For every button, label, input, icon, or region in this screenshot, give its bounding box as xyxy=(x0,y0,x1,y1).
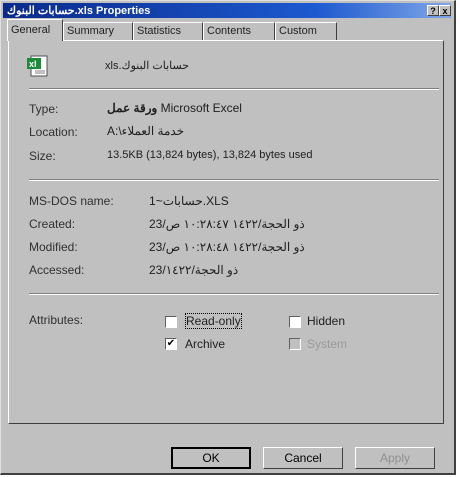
help-icon: ? xyxy=(430,6,436,16)
msdos-name-label: MS-DOS name: xyxy=(29,194,114,208)
tab-statistics[interactable]: Statistics xyxy=(133,22,203,40)
system-checkbox xyxy=(289,338,301,350)
type-label: Type: xyxy=(29,102,59,116)
general-tab-panel: xl حسابات البنوك.xls Type: ورقة عمل Micr… xyxy=(8,40,444,424)
properties-dialog: حسابات البنوك.xls Properties ? x General… xyxy=(0,0,456,475)
tab-custom[interactable]: Custom xyxy=(275,22,337,40)
hidden-label[interactable]: Hidden xyxy=(307,314,345,328)
created-label: Created: xyxy=(29,217,76,231)
accessed-label: Accessed: xyxy=(29,263,85,277)
location-value: A:\خدمة العملاء xyxy=(107,124,185,138)
accessed-value: 23/ذو الحجة/١٤٢٢ xyxy=(149,263,239,277)
excel-icon-label: xl xyxy=(29,59,37,69)
window-title: حسابات البنوك.xls Properties xyxy=(7,5,151,17)
system-label: System xyxy=(307,337,348,351)
file-name: حسابات البنوك.xls xyxy=(105,60,190,72)
archive-label[interactable]: Archive xyxy=(185,337,225,351)
read-only-label[interactable]: Read-only xyxy=(185,313,242,329)
attributes-label: Attributes: xyxy=(29,313,84,327)
archive-checkbox[interactable]: ✔ xyxy=(165,338,177,350)
type-value-arabic: ورقة عمل xyxy=(107,101,158,115)
close-button[interactable]: x xyxy=(439,5,451,16)
modified-value: 23/ذو الحجة/١٤٢٢ ١٠:٢٨:٤٨ ص xyxy=(149,240,305,254)
hidden-checkbox[interactable] xyxy=(289,316,301,328)
cancel-button[interactable]: Cancel xyxy=(263,447,343,469)
title-bar[interactable]: حسابات البنوك.xls Properties ? x xyxy=(3,3,451,18)
read-only-checkbox[interactable] xyxy=(165,316,177,328)
tab-general[interactable]: General xyxy=(7,19,63,41)
type-value-english: Microsoft Excel xyxy=(160,101,242,115)
checkmark-icon: ✔ xyxy=(166,338,176,349)
size-value: 13.5KB (13,824 bytes), 13,824 bytes used xyxy=(107,149,313,161)
location-label: Location: xyxy=(29,125,78,139)
tab-summary[interactable]: Summary xyxy=(63,22,133,40)
type-value: ورقة عمل Microsoft Excel xyxy=(107,101,242,115)
created-value: 23/ذو الحجة/١٤٢٢ ١٠:٢٨:٤٧ ص xyxy=(149,217,305,231)
size-label: Size: xyxy=(29,149,56,163)
divider xyxy=(29,293,439,295)
close-icon: x xyxy=(442,6,448,16)
modified-label: Modified: xyxy=(29,240,78,254)
help-button[interactable]: ? xyxy=(427,5,439,16)
read-only-text: Read-only xyxy=(185,313,242,329)
divider xyxy=(29,88,439,90)
excel-file-icon: xl xyxy=(27,55,49,77)
ok-button[interactable]: OK xyxy=(171,447,251,469)
apply-button: Apply xyxy=(355,447,435,469)
msdos-name-value: حسابات~1.XLS xyxy=(149,194,229,208)
tab-contents[interactable]: Contents xyxy=(203,22,275,40)
divider xyxy=(29,179,439,181)
